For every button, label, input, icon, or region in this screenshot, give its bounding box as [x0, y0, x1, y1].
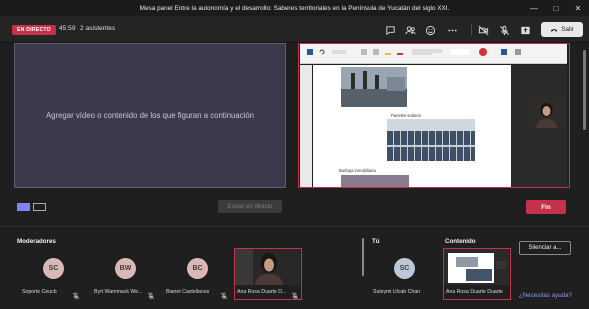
end-button[interactable]: Fin — [526, 200, 566, 214]
italic-icon — [373, 49, 379, 55]
you-name: Suleymi Ulcab Chan — [373, 289, 420, 295]
title-bar: Mesa panel Entre la autonomía y el desar… — [0, 0, 589, 16]
font-icon — [332, 50, 346, 54]
content-name: Ana Rosa Duarte Duarte — [446, 289, 503, 295]
moderator-name: Soporte Ceucb — [22, 289, 57, 295]
styles-icon — [450, 48, 470, 56]
share-icon[interactable] — [518, 23, 532, 37]
bubble-photo — [341, 175, 409, 187]
toolbar-divider — [471, 24, 472, 36]
moderator-name: Ana Rosa Duarte D... — [237, 289, 287, 295]
mic-off-icon — [291, 287, 299, 300]
highlight-icon — [385, 53, 391, 55]
avatar: BW — [115, 258, 136, 279]
you-label: Tú — [372, 238, 380, 245]
solar-panels-photo — [387, 119, 475, 161]
moderator-video — [235, 249, 300, 285]
moderator-tile[interactable]: BC Bianet Castellanos — [164, 252, 230, 302]
camera-off-icon[interactable] — [476, 23, 490, 37]
mic-off-icon — [220, 287, 228, 300]
content-label: Contenido — [445, 238, 476, 245]
save-icon — [307, 49, 313, 55]
meeting-timer: 45:59 — [59, 25, 76, 32]
mic-off-icon — [72, 287, 80, 300]
moderator-name: Byrt Wammack We... — [94, 289, 143, 295]
stage-scrollbar[interactable] — [583, 50, 586, 130]
moderator-tile[interactable]: BW Byrt Wammack We... — [92, 252, 158, 302]
rooftop-photo — [341, 67, 407, 107]
help-link[interactable]: ¿Necesitas ayuda? — [519, 292, 572, 299]
undo-icon — [319, 49, 325, 55]
mute-all-button[interactable]: Silenciar a... — [519, 241, 571, 255]
font-color-icon — [397, 53, 403, 55]
participants-icon[interactable] — [403, 23, 417, 37]
document-ruler — [300, 65, 312, 187]
send-live-button[interactable]: Enviar en directo — [218, 200, 282, 213]
content-tile[interactable]: Ana Rosa Duarte Duarte — [443, 248, 511, 300]
more-icon[interactable] — [445, 23, 459, 37]
moderator-name: Bianet Castellanos — [166, 289, 210, 295]
layout-toggle-single[interactable] — [33, 203, 46, 211]
mic-off-icon[interactable] — [497, 23, 511, 37]
avatar: SC — [394, 258, 415, 279]
chat-icon[interactable] — [383, 23, 397, 37]
roster-scrollbar[interactable] — [362, 238, 364, 276]
moderator-tile[interactable]: SC Soporte Ceucb — [20, 252, 86, 302]
reactions-icon[interactable] — [423, 23, 437, 37]
avatar: SC — [43, 258, 64, 279]
you-tile[interactable]: SC Suleymi Ulcab Chan — [371, 252, 437, 302]
window-title: Mesa panel Entre la autonomía y el desar… — [139, 4, 450, 12]
close-button[interactable]: ✕ — [567, 0, 589, 16]
moderators-label: Moderadores — [17, 238, 56, 245]
presenter-video — [527, 98, 566, 128]
comments-icon — [515, 49, 521, 55]
document-page: Paneles solares Burbuja inmobiliaria — [313, 65, 511, 187]
leave-label: Salir — [561, 26, 574, 33]
doc-caption-solar: Paneles solares — [391, 113, 421, 118]
empty-stage-prompt: Agregar vídeo o contenido de los que fig… — [45, 111, 255, 120]
shared-content-stage[interactable]: Paneles solares Burbuja inmobiliaria — [298, 43, 570, 188]
leave-button[interactable]: Salir — [541, 22, 583, 37]
moderator-tile-active[interactable]: Ana Rosa Duarte D... — [234, 248, 302, 300]
attendee-count[interactable]: 2 asistentes — [80, 25, 115, 32]
mic-off-icon — [147, 287, 155, 300]
content-thumbnail — [444, 249, 509, 285]
empty-stage-slot[interactable]: Agregar vídeo o contenido de los que fig… — [14, 43, 286, 188]
share-doc-icon — [501, 49, 507, 55]
layout-toggle-grid[interactable] — [17, 203, 30, 211]
phone-icon — [550, 28, 558, 32]
bold-icon — [361, 49, 367, 55]
editor-icon — [479, 48, 487, 56]
minimize-button[interactable]: — — [523, 0, 545, 16]
meeting-toolbar: EN DIRECTO 45:59 2 asistentes Salir — [0, 16, 589, 43]
avatar: BC — [187, 258, 208, 279]
maximize-button[interactable]: □ — [545, 0, 567, 16]
section-divider — [0, 226, 589, 227]
live-badge: EN DIRECTO — [12, 25, 56, 35]
document-ribbon — [300, 44, 567, 64]
doc-caption-bubble: Burbuja inmobiliaria — [339, 168, 376, 173]
window-controls: — □ ✕ — [523, 0, 589, 16]
presenter-portrait — [527, 98, 566, 128]
paragraph-icon — [412, 49, 442, 55]
